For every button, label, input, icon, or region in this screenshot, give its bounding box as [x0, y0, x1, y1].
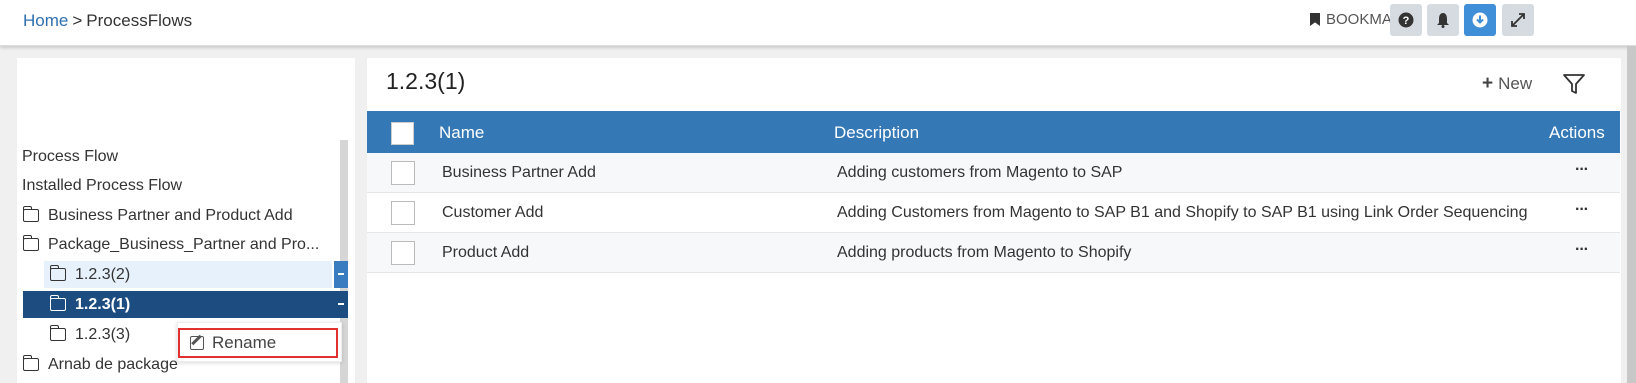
tree-item-label: Business Partner and Product Add	[48, 206, 293, 224]
breadcrumb-home-link[interactable]: Home	[23, 11, 68, 30]
breadcrumb: Home > ProcessFlows	[23, 11, 192, 31]
row-description: Adding Customers from Magento to SAP B1 …	[837, 204, 1528, 221]
rename-label: Rename	[212, 333, 277, 352]
folder-icon	[49, 265, 66, 281]
tree-item-process-flow[interactable]: Process Flow	[22, 143, 118, 170]
table-row[interactable]: Product Add Adding products from Magento…	[367, 233, 1620, 273]
plus-icon: +	[1482, 73, 1494, 94]
tree-item-1-2-3-2[interactable]: 1.2.3(2)	[44, 261, 332, 288]
tree-item-business-partner-and-product-add[interactable]: Business Partner and Product Add	[22, 202, 293, 229]
new-button[interactable]: + New	[1482, 73, 1532, 95]
table-row[interactable]: Customer Add Adding Customers from Magen…	[367, 193, 1620, 233]
column-header-description[interactable]: Description	[834, 123, 919, 143]
tree-item-1-2-3-1[interactable]: 1.2.3(1)	[23, 291, 334, 318]
tree-item-installed-process-flow[interactable]: Installed Process Flow	[22, 172, 182, 199]
page-scrollbar[interactable]	[1627, 46, 1636, 383]
tree-item-arnab-de-package[interactable]: Arnab de package	[22, 351, 178, 378]
folder-icon	[49, 325, 66, 341]
tree-item-label: Package_Business_Partner and Pro...	[48, 235, 320, 253]
tree-item-label: 1.2.3(3)	[75, 325, 131, 343]
top-bar: Home>ProcessFlows BOOKMARKS ⌄ ?	[0, 0, 1636, 46]
tree-item-label: Process Flow	[22, 147, 119, 165]
filter-icon[interactable]	[1562, 72, 1586, 96]
bell-icon	[1437, 13, 1449, 28]
breadcrumb-current: ProcessFlows	[86, 11, 193, 30]
new-button-label: New	[1498, 74, 1533, 93]
folder-icon	[22, 206, 39, 222]
ellipsis-icon[interactable]: ···	[1575, 201, 1589, 219]
tree-item-label: 1.2.3(2)	[75, 265, 131, 283]
tree-item-label: Arnab de package	[48, 355, 178, 373]
collapse-tab[interactable]	[334, 261, 348, 288]
select-all-checkbox[interactable]	[391, 122, 414, 145]
help-icon: ?	[1398, 12, 1414, 28]
expand-button[interactable]	[1502, 4, 1534, 36]
page-title: 1.2.3(1)	[386, 68, 466, 94]
row-description: Adding products from Magento to Shopify	[837, 244, 1132, 261]
row-name: Customer Add	[442, 204, 544, 221]
row-checkbox[interactable]	[391, 161, 415, 185]
row-checkbox[interactable]	[391, 241, 415, 265]
column-header-name[interactable]: Name	[439, 123, 484, 143]
folder-icon	[22, 235, 39, 251]
edit-icon	[190, 336, 204, 350]
ellipsis-icon[interactable]: ···	[1575, 161, 1589, 179]
notifications-button[interactable]	[1427, 4, 1459, 36]
tree-item-package-business-partner[interactable]: Package_Business_Partner and Pro...	[22, 231, 320, 258]
row-checkbox[interactable]	[391, 201, 415, 225]
rename-menu-item[interactable]: Rename	[178, 328, 338, 358]
folder-icon	[49, 295, 66, 311]
ellipsis-icon[interactable]: ···	[1575, 241, 1589, 259]
row-description: Adding customers from Magento to SAP	[837, 164, 1123, 181]
bookmark-icon	[1310, 13, 1320, 26]
row-name: Business Partner Add	[442, 164, 596, 181]
breadcrumb-separator: >	[72, 11, 83, 30]
row-name: Product Add	[442, 244, 530, 261]
table-row[interactable]: Business Partner Add Adding customers fr…	[367, 153, 1620, 193]
tree-item-1-2-3-3[interactable]: 1.2.3(3)	[49, 321, 131, 348]
table-header: Name Description Actions	[367, 111, 1620, 153]
help-button[interactable]: ?	[1390, 4, 1422, 36]
svg-text:?: ?	[1403, 15, 1410, 27]
download-icon	[1472, 12, 1488, 28]
column-header-actions: Actions	[1549, 123, 1605, 142]
collapse-tab[interactable]	[334, 291, 348, 318]
folder-icon	[22, 355, 39, 371]
expand-icon	[1511, 13, 1525, 27]
tree-item-label: 1.2.3(1)	[75, 295, 131, 313]
tree-item-label: Installed Process Flow	[22, 176, 183, 194]
download-button[interactable]	[1464, 4, 1496, 36]
